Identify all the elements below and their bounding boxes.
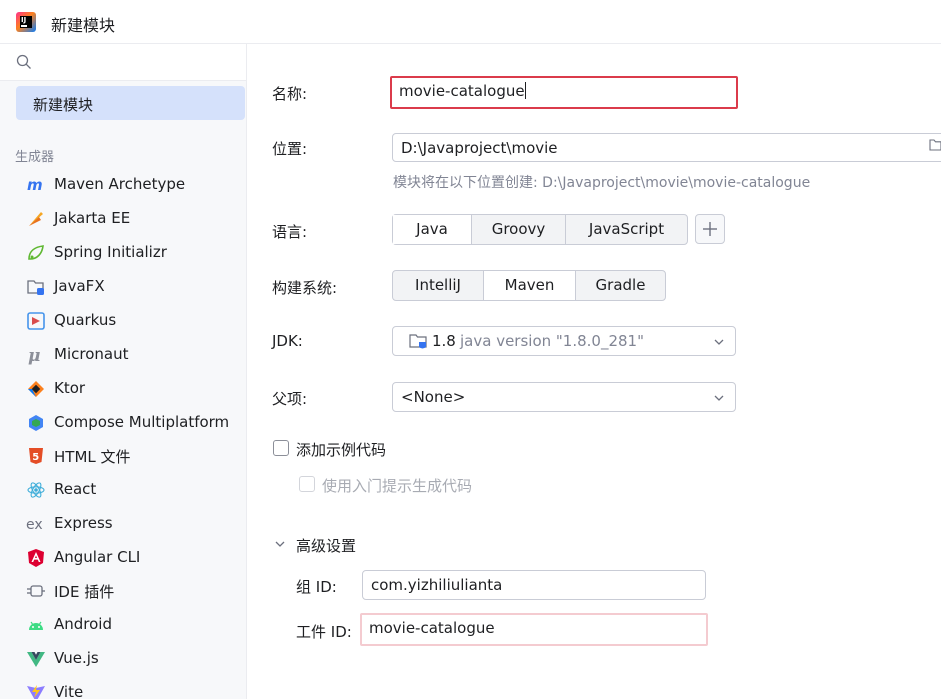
sidebar-item-android[interactable]: Android [0, 608, 246, 641]
plugin-icon [26, 581, 46, 601]
chevron-down-icon[interactable] [274, 538, 286, 550]
build-option-maven[interactable]: Maven [484, 271, 576, 300]
sidebar-item-vue-js[interactable]: Vue.js [0, 642, 246, 675]
sidebar-item-express[interactable]: ex Express [0, 507, 246, 540]
parent-value: <None> [401, 388, 466, 406]
svg-text:m: m [27, 176, 43, 194]
sidebar-item-vite[interactable]: Vite [0, 676, 246, 699]
sidebar-item-react[interactable]: React [0, 473, 246, 506]
sidebar-item-angular-cli[interactable]: Angular CLI [0, 541, 246, 574]
micronaut-icon: μ [26, 345, 46, 365]
svg-text:μ: μ [28, 346, 40, 365]
advanced-settings-toggle[interactable]: 高级设置 [296, 535, 356, 556]
group-id-field[interactable]: com.yizhiliulianta [362, 570, 706, 600]
svg-text:ex: ex [26, 517, 43, 533]
android-icon [26, 615, 46, 635]
sidebar-item-html-file[interactable]: 5 HTML 文件 [0, 439, 246, 472]
parent-label: 父项: [272, 390, 308, 408]
jdk-folder-icon [409, 334, 427, 349]
html5-icon: 5 [26, 446, 46, 466]
jakarta-ee-icon [26, 209, 46, 229]
sidebar-item-spring-initializr[interactable]: Spring Initializr [0, 236, 246, 269]
language-option-javascript[interactable]: JavaScript [566, 215, 687, 244]
name-label: 名称: [272, 85, 308, 103]
artifact-id-label: 工件 ID: [296, 623, 352, 641]
vite-icon [26, 683, 46, 699]
add-sample-code-checkbox[interactable] [273, 440, 289, 456]
add-language-button[interactable] [695, 214, 725, 244]
angular-icon [26, 548, 46, 568]
location-hint: 模块将在以下位置创建: D:\Javaproject\movie\movie-c… [393, 175, 811, 191]
build-system-label: 构建系统: [272, 279, 338, 297]
chevron-down-icon [714, 395, 724, 401]
location-label: 位置: [272, 140, 308, 158]
window-title: 新建模块 [51, 16, 116, 35]
svg-text:5: 5 [32, 452, 39, 463]
language-label: 语言: [272, 223, 308, 241]
sidebar-item-jakarta-ee[interactable]: Jakarta EE [0, 202, 246, 235]
jdk-dropdown[interactable]: 1.8 java version "1.8.0_281" [392, 326, 736, 356]
folder-browse-icon[interactable] [929, 139, 941, 151]
jdk-label: JDK: [272, 332, 303, 350]
sidebar-item-micronaut[interactable]: μ Micronaut [0, 338, 246, 371]
compose-icon [26, 413, 46, 433]
build-option-intellij[interactable]: IntelliJ [393, 271, 484, 300]
sidebar-item-ide-plugin[interactable]: IDE 插件 [0, 574, 246, 607]
sidebar-item-new-module[interactable]: 新建模块 [16, 86, 245, 120]
onboarding-tips-checkbox[interactable] [299, 476, 315, 492]
sidebar-item-maven-archetype[interactable]: m Maven Archetype [0, 168, 246, 201]
language-selector: Java Groovy JavaScript [392, 214, 688, 245]
search-icon [16, 54, 31, 69]
spring-icon [26, 243, 46, 263]
text-cursor [524, 82, 526, 99]
language-option-java[interactable]: Java [393, 215, 472, 244]
add-sample-code-label: 添加示例代码 [296, 441, 387, 459]
intellij-logo-icon: IJ [16, 12, 36, 32]
react-icon [26, 480, 46, 500]
vue-icon [26, 649, 46, 669]
title-bar: IJ 新建模块 [0, 0, 941, 44]
chevron-down-icon [714, 339, 724, 345]
jdk-detail: java version "1.8.0_281" [460, 332, 644, 350]
sidebar-item-compose-multiplatform[interactable]: Compose Multiplatform [0, 406, 246, 439]
sidebar: 新建模块 生成器 m Maven Archetype Jakarta EE Sp… [0, 44, 247, 699]
artifact-id-field[interactable]: movie-catalogue [360, 613, 708, 646]
build-system-selector: IntelliJ Maven Gradle [392, 270, 666, 301]
quarkus-icon [26, 311, 46, 331]
onboarding-tips-label: 使用入门提示生成代码 [322, 477, 473, 495]
name-field[interactable]: movie-catalogue [390, 76, 738, 109]
language-option-groovy[interactable]: Groovy [472, 215, 566, 244]
sidebar-item-javafx[interactable]: JavaFX [0, 270, 246, 303]
parent-dropdown[interactable]: <None> [392, 382, 736, 412]
ktor-icon [26, 379, 46, 399]
sidebar-item-quarkus[interactable]: Quarkus [0, 304, 246, 337]
jdk-version: 1.8 [432, 332, 456, 350]
maven-icon: m [26, 175, 46, 195]
search-input[interactable] [0, 44, 246, 81]
javafx-icon [26, 277, 46, 297]
plus-icon [703, 222, 717, 236]
location-field[interactable]: D:\Javaproject\movie [392, 133, 941, 162]
group-id-label: 组 ID: [296, 578, 337, 596]
express-icon: ex [26, 514, 46, 534]
generators-section-label: 生成器 [15, 150, 55, 165]
sidebar-item-label: 新建模块 [33, 96, 94, 114]
sidebar-item-ktor[interactable]: Ktor [0, 372, 246, 405]
build-option-gradle[interactable]: Gradle [576, 271, 665, 300]
